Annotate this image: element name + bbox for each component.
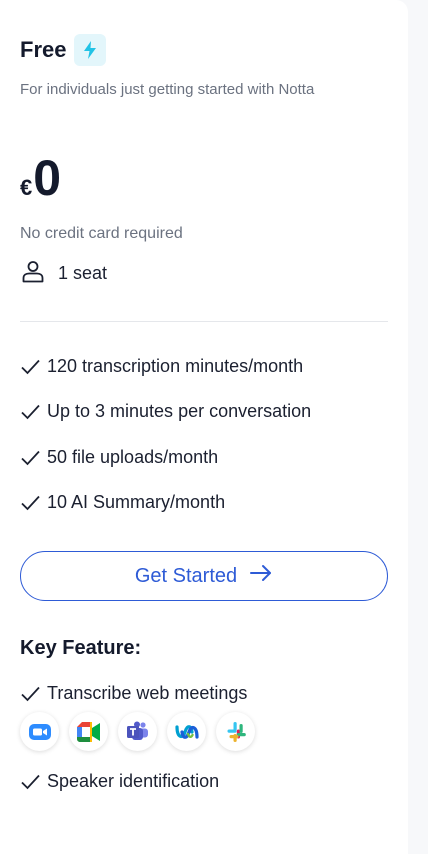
feature-label: 50 file uploads/month	[47, 447, 219, 467]
feature-label: 10 AI Summary/month	[47, 492, 226, 512]
key-feature-item: Speaker identification	[20, 771, 219, 792]
feature-item: Up to 3 minutes per conversation	[20, 401, 311, 422]
key-feature-label: Transcribe web meetings	[47, 683, 248, 703]
no-credit-card-note: No credit card required	[20, 225, 183, 242]
pricing-card-free: Free For individuals just getting starte…	[0, 0, 408, 854]
seats-info: 1 seat	[20, 258, 107, 289]
key-feature-item: Transcribe web meetings	[20, 683, 247, 704]
check-icon	[20, 493, 41, 513]
price: € 0	[20, 150, 61, 206]
microsoft-teams-icon	[118, 712, 157, 751]
feature-label: 120 transcription minutes/month	[47, 356, 304, 376]
plan-title: Free	[20, 37, 67, 62]
feature-label: Up to 3 minutes per conversation	[47, 401, 312, 421]
price-currency: €	[20, 175, 33, 200]
check-icon	[20, 772, 41, 792]
user-icon	[20, 258, 46, 289]
feature-item: 120 transcription minutes/month	[20, 356, 303, 377]
check-icon	[20, 448, 41, 468]
plan-subtitle: For individuals just getting started wit…	[20, 81, 315, 98]
price-amount: 0	[33, 150, 62, 206]
get-started-button[interactable]: Get Started	[20, 551, 388, 601]
key-feature-title: Key Feature:	[20, 637, 142, 659]
check-icon	[20, 684, 41, 704]
feature-item: 10 AI Summary/month	[20, 492, 225, 513]
plan-header: Free	[20, 34, 107, 66]
seats-label: 1 seat	[58, 263, 108, 283]
key-feature-label: Speaker identification	[47, 771, 220, 791]
slack-icon	[216, 712, 255, 751]
zoom-icon	[20, 712, 59, 751]
divider	[20, 321, 388, 322]
check-icon	[20, 357, 41, 377]
webex-icon	[167, 712, 206, 751]
integration-icons	[20, 712, 255, 751]
bolt-icon	[74, 34, 107, 66]
check-icon	[20, 402, 41, 422]
get-started-label: Get Started	[134, 564, 238, 587]
arrow-right-icon	[249, 564, 273, 588]
google-meet-icon	[69, 712, 108, 751]
feature-item: 50 file uploads/month	[20, 447, 218, 468]
